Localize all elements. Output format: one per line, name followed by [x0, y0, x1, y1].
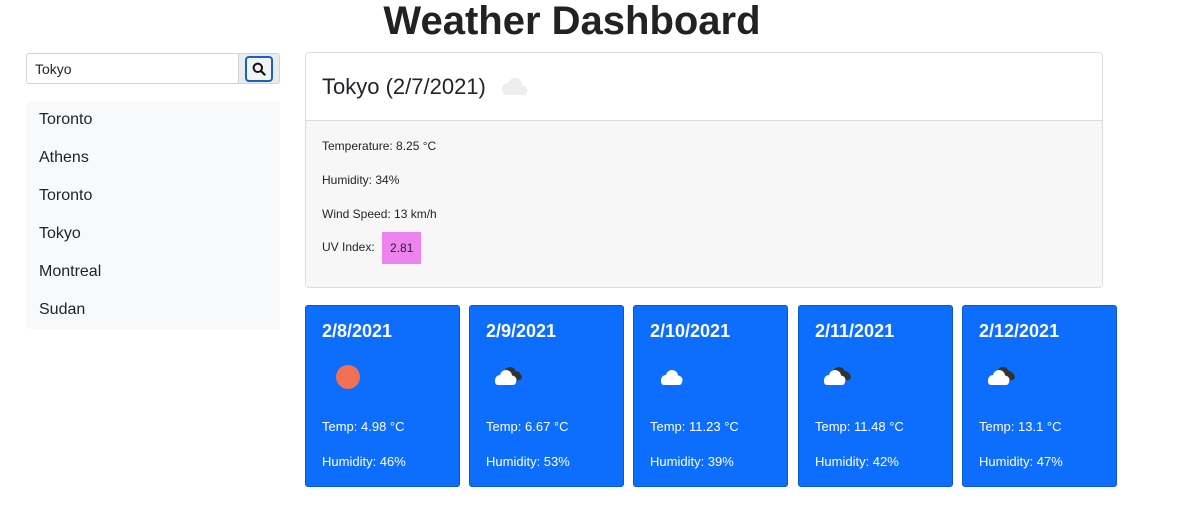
- history-item[interactable]: Montreal: [26, 253, 280, 291]
- current-weather-card: Tokyo (2/7/2021) Temperature: 8.25 °C Hu…: [305, 52, 1103, 288]
- forecast-temp: Temp: 13.1 °C: [979, 419, 1062, 434]
- forecast-date: 2/11/2021: [815, 321, 895, 341]
- cloud-icon: [496, 76, 530, 98]
- sun-icon: [322, 358, 366, 394]
- wind-speed-text: Wind Speed: 13 km/h: [322, 207, 437, 221]
- humidity-text: Humidity: 34%: [322, 173, 400, 187]
- history-item[interactable]: Athens: [26, 139, 280, 177]
- search-icon: [245, 55, 273, 82]
- forecast-temp: Temp: 11.48 °C: [815, 419, 904, 434]
- forecast-temp: Temp: 4.98 °C: [322, 419, 405, 434]
- broken-clouds-icon: [486, 358, 530, 394]
- page-title: Weather Dashboard: [383, 0, 761, 43]
- weather-dashboard: Weather Dashboard Toronto Athens Toronto…: [0, 0, 1184, 532]
- forecast-temp: Temp: 11.23 °C: [650, 419, 739, 434]
- search-group: [26, 53, 280, 84]
- forecast-date: 2/9/2021: [486, 321, 557, 341]
- search-input[interactable]: [26, 53, 238, 84]
- history-item[interactable]: Toronto: [26, 101, 280, 139]
- forecast-humidity: Humidity: 42%: [815, 454, 899, 469]
- forecast-date: 2/12/2021: [979, 321, 1060, 341]
- forecast-humidity: Humidity: 46%: [322, 454, 406, 469]
- forecast-card: 2/10/2021 Temp: 11.23 °C Humidity: 39%: [633, 305, 788, 487]
- uv-index-badge: 2.81: [382, 232, 422, 264]
- forecast-card: 2/11/2021 Temp: 11.48 °C Humidity: 42%: [798, 305, 953, 487]
- history-item[interactable]: Sudan: [26, 291, 280, 329]
- broken-clouds-icon: [815, 358, 859, 394]
- forecast-card: 2/12/2021 Temp: 13.1 °C Humidity: 47%: [962, 305, 1117, 487]
- search-button[interactable]: [238, 53, 280, 84]
- forecast-date: 2/10/2021: [650, 321, 731, 341]
- forecast-card: 2/8/2021 Temp: 4.98 °C Humidity: 46%: [305, 305, 460, 487]
- search-history-list: Toronto Athens Toronto Tokyo Montreal Su…: [26, 101, 280, 329]
- uv-index-row: UV Index: 2.81: [322, 232, 422, 264]
- cloud-icon: [650, 358, 694, 394]
- temperature-text: Temperature: 8.25 °C: [322, 139, 437, 153]
- history-item[interactable]: Toronto: [26, 177, 280, 215]
- current-weather-header: Tokyo (2/7/2021): [306, 53, 1102, 121]
- forecast-temp: Temp: 6.67 °C: [486, 419, 569, 434]
- forecast-humidity: Humidity: 47%: [979, 454, 1063, 469]
- current-city-title: Tokyo (2/7/2021): [322, 73, 486, 99]
- forecast-date: 2/8/2021: [322, 321, 393, 341]
- forecast-humidity: Humidity: 53%: [486, 454, 570, 469]
- current-weather-body: Temperature: 8.25 °C Humidity: 34% Wind …: [306, 121, 1102, 287]
- forecast-humidity: Humidity: 39%: [650, 454, 734, 469]
- broken-clouds-icon: [979, 358, 1023, 394]
- history-item[interactable]: Tokyo: [26, 215, 280, 253]
- forecast-card: 2/9/2021 Temp: 6.67 °C Humidity: 53%: [469, 305, 624, 487]
- uv-index-label: UV Index:: [322, 240, 375, 255]
